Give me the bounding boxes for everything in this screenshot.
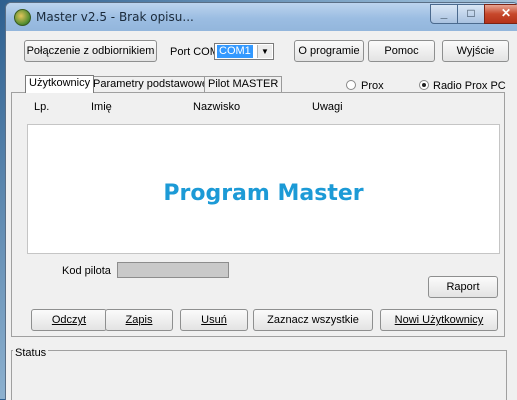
save-button[interactable]: Zapis — [105, 309, 173, 331]
column-header-first-name: Imię — [91, 101, 112, 113]
close-button[interactable]: ✕ — [484, 4, 517, 24]
read-button[interactable]: Odczyt — [31, 309, 107, 331]
connect-button[interactable]: Połączenie z odbiornikiem — [24, 40, 157, 62]
radio-prox[interactable] — [346, 80, 356, 90]
minimize-icon: _ — [440, 6, 448, 20]
status-panel — [11, 350, 507, 400]
pilot-code-label: Kod pilota — [62, 265, 111, 277]
window-title: Master v2.5 - Brak opisu... — [36, 10, 194, 24]
status-label: Status — [13, 347, 49, 359]
select-all-button[interactable]: Zaznacz wszystkie — [253, 309, 373, 331]
port-com-select[interactable]: COM1 ▼ — [214, 43, 274, 60]
port-com-value: COM1 — [217, 45, 253, 58]
tab-pilot-master[interactable]: Pilot MASTER — [204, 76, 283, 92]
minimize-button[interactable]: _ — [430, 4, 458, 24]
close-icon: ✕ — [500, 6, 512, 20]
program-banner: Program Master — [163, 181, 364, 206]
tab-users[interactable]: Użytkownicy — [25, 75, 95, 93]
exit-button[interactable]: Wyjście — [442, 40, 509, 62]
new-users-button[interactable]: Nowi Użytkownicy — [380, 309, 498, 331]
radio-radio-prox-pc[interactable] — [419, 80, 429, 90]
radio-radio-prox-pc-label: Radio Prox PC — [433, 80, 506, 92]
column-header-number: Lp. — [34, 101, 50, 113]
delete-button[interactable]: Usuń — [180, 309, 248, 331]
tab-basic-parameters[interactable]: Parametry podstawowe — [89, 76, 212, 92]
column-header-last-name: Nazwisko — [193, 101, 241, 113]
title-bar[interactable]: Master v2.5 - Brak opisu... _ □ ✕ — [6, 3, 517, 31]
app-icon — [14, 9, 31, 26]
pilot-code-field — [117, 262, 229, 278]
radio-prox-label: Prox — [361, 80, 384, 92]
chevron-down-icon[interactable]: ▼ — [257, 45, 272, 58]
users-list[interactable]: Program Master — [27, 124, 500, 254]
maximize-icon: □ — [467, 6, 475, 20]
report-button[interactable]: Raport — [428, 276, 498, 298]
help-button[interactable]: Pomoc — [368, 40, 435, 62]
about-button[interactable]: O programie — [294, 40, 364, 62]
column-header-notes: Uwagi — [312, 101, 343, 113]
maximize-button[interactable]: □ — [457, 4, 485, 24]
